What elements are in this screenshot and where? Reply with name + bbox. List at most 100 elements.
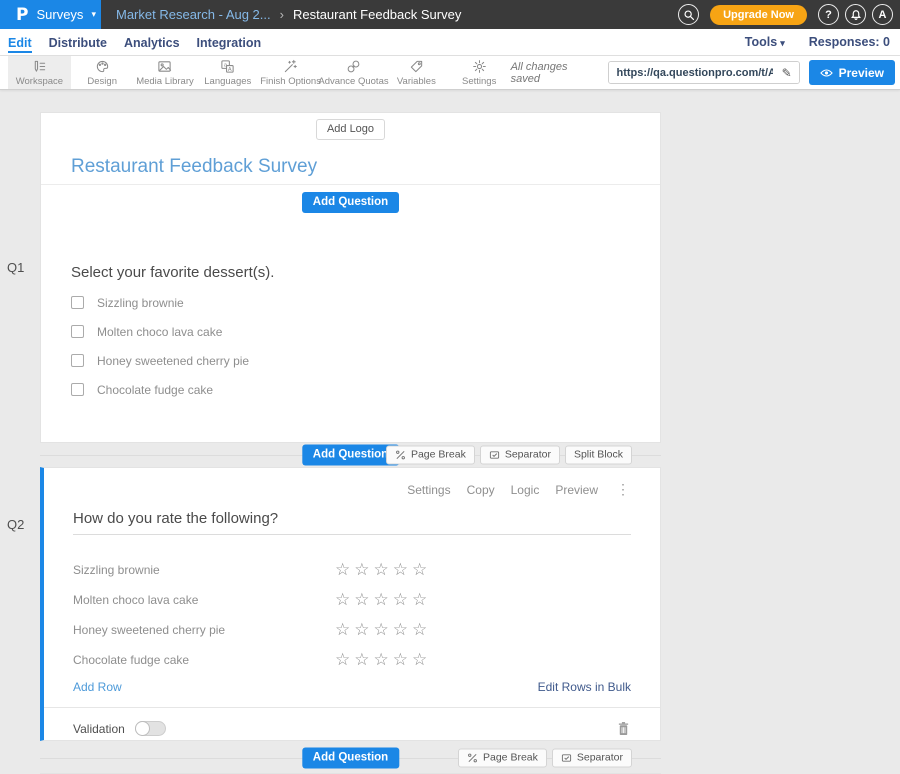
validation-row: Validation [44,708,660,736]
add-row-link[interactable]: Add Row [73,680,122,694]
option-row: Sizzling brownie [71,296,660,309]
add-logo-button[interactable]: Add Logo [316,119,385,140]
breadcrumb: Market Research - Aug 2... › Restaurant … [116,7,461,22]
tool-media-library[interactable]: Media Library [134,56,197,89]
star-rating[interactable]: ☆☆☆☆☆ [335,592,431,609]
top-header: P Surveys ▾ Market Research - Aug 2... ›… [0,0,900,29]
page-break-icon [467,752,478,763]
option-label[interactable]: Sizzling brownie [97,296,184,310]
survey-url-field: ✎ [608,61,799,84]
tab-analytics[interactable]: Analytics [124,32,180,53]
section-tabs: Edit Distribute Analytics Integration [8,32,261,53]
tool-design[interactable]: Design [71,56,134,89]
q2-question-text[interactable]: How do you rate the following? [73,510,631,535]
avatar[interactable]: A [872,4,893,25]
option-label[interactable]: Molten choco lava cake [97,325,222,339]
star-rating[interactable]: ☆☆☆☆☆ [335,652,431,669]
pencil-icon: ✎ [782,66,792,80]
row-label[interactable]: Chocolate fudge cake [73,653,335,667]
q2-copy-button[interactable]: Copy [467,483,495,497]
help-button[interactable]: ? [818,4,839,25]
translate-icon: aA [220,59,235,74]
tools-menu[interactable]: Tools▾ [745,35,785,49]
notifications-button[interactable] [845,4,866,25]
q2-toolbar: Settings Copy Logic Preview ⋮ [44,468,660,498]
delete-question-button[interactable] [617,721,630,736]
checkbox[interactable] [71,354,84,367]
tool-workspace[interactable]: Workspace [8,56,71,89]
insert-row-after-q2: Add Question Page Break Separator [40,743,661,773]
checkbox[interactable] [71,296,84,309]
chevron-down-icon: ▾ [91,9,96,20]
row-label[interactable]: Sizzling brownie [73,563,335,577]
page-break-button[interactable]: Page Break [458,749,547,768]
survey-header-and-q1-card: Add Logo Restaurant Feedback Survey Add … [40,112,661,443]
checkbox[interactable] [71,325,84,338]
star-rating[interactable]: ☆☆☆☆☆ [335,622,431,639]
tab-edit[interactable]: Edit [8,32,32,53]
row-label[interactable]: Honey sweetened cherry pie [73,623,335,637]
q2-card-selected: Settings Copy Logic Preview ⋮ How do you… [40,467,661,741]
product-menu-label: Surveys [36,7,83,22]
toggle-knob [135,721,150,736]
insert-row-actions: Page Break Separator [458,749,632,768]
page-break-icon [395,449,406,460]
star-rating[interactable]: ☆☆☆☆☆ [335,562,431,579]
q2-settings-button[interactable]: Settings [407,483,450,497]
tool-settings[interactable]: Settings [448,56,511,89]
tool-languages[interactable]: aA Languages [196,56,259,89]
survey-canvas: Q1 Q2 Add Logo Restaurant Feedback Surve… [0,90,900,774]
tool-advance-quotas[interactable]: Advance Quotas [322,56,385,89]
edit-url-button[interactable]: ✎ [775,62,799,83]
toolbar-right: All changes saved ✎ Preview [511,56,900,89]
survey-url-input[interactable] [609,62,774,83]
survey-title[interactable]: Restaurant Feedback Survey [71,156,660,178]
magic-wand-icon [283,59,298,74]
responses-count[interactable]: Responses: 0 [809,35,890,49]
rating-row: Honey sweetened cherry pie ☆☆☆☆☆ [73,620,660,640]
add-question-button[interactable]: Add Question [302,748,399,769]
separator-button[interactable]: Separator [552,749,632,768]
q2-row-links: Add Row Edit Rows in Bulk [73,680,631,694]
option-row: Honey sweetened cherry pie [71,354,660,367]
preview-button[interactable]: Preview [809,60,895,85]
search-button[interactable] [678,4,699,25]
option-label[interactable]: Honey sweetened cherry pie [97,354,249,368]
breadcrumb-project[interactable]: Market Research - Aug 2... [116,7,271,22]
chain-link-icon [346,59,361,74]
tag-icon [409,59,424,74]
rating-row: Sizzling brownie ☆☆☆☆☆ [73,560,660,580]
tools-label: Tools [745,35,777,49]
tool-finish-options[interactable]: Finish Options [259,56,322,89]
add-question-button[interactable]: Add Question [302,445,399,466]
page-break-button[interactable]: Page Break [386,446,475,465]
tab-integration[interactable]: Integration [197,32,262,53]
kebab-menu-icon[interactable]: ⋮ [616,481,630,498]
add-question-row-top: Add Question [41,185,660,213]
trash-icon [617,721,630,736]
workspace-icon [32,59,47,74]
row-label[interactable]: Molten choco lava cake [73,593,335,607]
q2-logic-button[interactable]: Logic [511,483,540,497]
option-label[interactable]: Chocolate fudge cake [97,383,213,397]
split-block-button[interactable]: Split Block [565,446,632,465]
tool-variables[interactable]: Variables [385,56,448,89]
add-question-button[interactable]: Add Question [302,192,399,213]
tab-distribute[interactable]: Distribute [49,32,107,53]
q2-preview-button[interactable]: Preview [555,483,598,497]
validation-toggle[interactable] [135,721,166,736]
edit-rows-in-bulk-link[interactable]: Edit Rows in Bulk [538,680,631,694]
q1-options: Sizzling brownie Molten choco lava cake … [71,296,660,396]
checkbox[interactable] [71,383,84,396]
product-switcher[interactable]: P Surveys ▾ [0,0,101,29]
question-number-q1: Q1 [7,260,24,275]
autosave-status: All changes saved [511,61,600,85]
separator-button[interactable]: Separator [480,446,560,465]
image-icon [157,59,172,74]
upgrade-now-button[interactable]: Upgrade Now [710,5,807,25]
gear-icon [472,59,487,74]
option-row: Chocolate fudge cake [71,383,660,396]
q2-body: How do you rate the following? Sizzling … [44,510,660,694]
insert-row-after-q1: Add Question Page Break Separator Split … [40,443,661,467]
q1-question-text[interactable]: Select your favorite dessert(s). [71,264,660,281]
